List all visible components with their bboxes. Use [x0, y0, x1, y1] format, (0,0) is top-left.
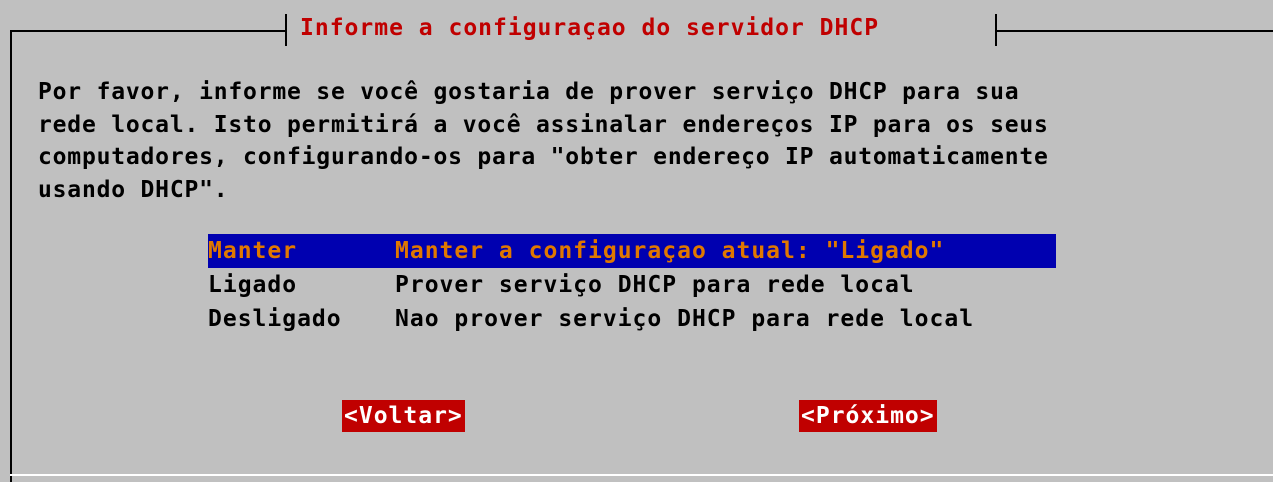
- dhcp-config-dialog: Informe a configuraçao do servidor DHCP …: [0, 0, 1273, 482]
- menu-item-desc: Manter a configuraçao atual: "Ligado": [395, 238, 945, 264]
- back-button[interactable]: <Voltar>: [342, 400, 465, 432]
- frame-title-tick-left: [285, 14, 287, 46]
- menu-item-desligado[interactable]: Desligado Nao prover serviço DHCP para r…: [208, 302, 1056, 336]
- menu-item-tag: Ligado: [208, 272, 298, 298]
- menu-item-ligado[interactable]: Ligado Prover serviço DHCP para rede loc…: [208, 268, 1056, 302]
- option-menu: Manter Manter a configuraçao atual: "Lig…: [208, 234, 1056, 336]
- menu-item-desc: Nao prover serviço DHCP para rede local: [395, 306, 975, 332]
- next-button[interactable]: <Próximo>: [799, 400, 937, 432]
- frame-left-edge: [10, 30, 12, 482]
- menu-item-tag: Manter: [208, 238, 298, 264]
- menu-item-tag: Desligado: [208, 306, 342, 332]
- menu-item-desc: Prover serviço DHCP para rede local: [395, 272, 915, 298]
- dialog-description: Por favor, informe se você gostaria de p…: [38, 79, 1049, 203]
- frame-top-left-line: [10, 30, 287, 32]
- menu-item-manter[interactable]: Manter Manter a configuraçao atual: "Lig…: [208, 234, 1056, 268]
- dialog-title: Informe a configuraçao do servidor DHCP: [300, 15, 880, 41]
- frame-bottom-edge: [10, 474, 1273, 476]
- frame-top-right-line: [997, 30, 1273, 32]
